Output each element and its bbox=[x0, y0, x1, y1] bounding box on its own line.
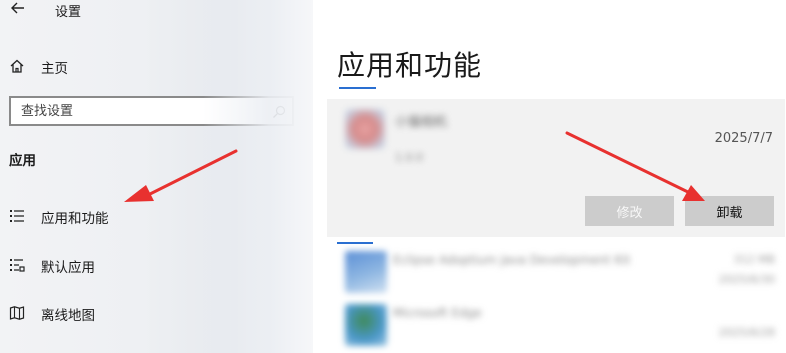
search-icon[interactable] bbox=[272, 104, 286, 118]
app-size: 312 MB bbox=[733, 253, 775, 266]
sidebar: 设置 主页 应用 bbox=[0, 0, 313, 353]
offline-maps-icon bbox=[9, 305, 25, 321]
sidebar-item-label: 主页 bbox=[41, 61, 68, 77]
section-heading-apps: 应用 bbox=[9, 153, 36, 169]
apps-features-icon bbox=[9, 208, 25, 224]
title-accent-line bbox=[339, 87, 376, 89]
selected-app-card[interactable]: 小猫相机 1.0.0 2025/7/7 修改 卸载 bbox=[327, 99, 785, 237]
sidebar-item-label: 离线地图 bbox=[41, 308, 95, 324]
sidebar-item-label: 默认应用 bbox=[41, 260, 95, 276]
row-accent-line bbox=[337, 242, 373, 244]
sidebar-item-apps-features[interactable]: 应用和功能 bbox=[0, 201, 300, 231]
back-arrow-icon[interactable] bbox=[10, 0, 26, 18]
app-list-item[interactable]: Microsoft Edge 2025/6/28 bbox=[327, 298, 785, 350]
window-title: 设置 bbox=[55, 5, 82, 20]
app-icon bbox=[345, 251, 387, 293]
settings-window: 设置 主页 应用 bbox=[0, 0, 786, 353]
app-install-date: 2025/7/7 bbox=[714, 131, 773, 146]
app-version: 1.0.0 bbox=[395, 151, 423, 164]
modify-button[interactable]: 修改 bbox=[585, 196, 674, 226]
home-icon bbox=[9, 58, 25, 74]
sidebar-item-home[interactable]: 主页 bbox=[0, 52, 300, 80]
app-name: Eclipse Adoptium Java Development Kit bbox=[393, 253, 631, 267]
default-apps-icon bbox=[9, 257, 25, 273]
app-icon bbox=[345, 109, 385, 149]
app-icon bbox=[345, 304, 387, 346]
sidebar-item-offline-maps[interactable]: 离线地图 bbox=[0, 298, 300, 328]
main-panel: 应用和功能 小猫相机 1.0.0 2025/7/7 修改 卸载 Eclipse … bbox=[313, 0, 786, 353]
sidebar-item-label: 应用和功能 bbox=[41, 211, 109, 227]
app-date: 2025/6/28 bbox=[718, 326, 775, 339]
search-input[interactable] bbox=[11, 98, 271, 124]
app-date: 2025/6/30 bbox=[718, 273, 775, 286]
search-box[interactable] bbox=[9, 96, 294, 126]
app-list-item[interactable]: Eclipse Adoptium Java Development Kit 31… bbox=[327, 242, 785, 297]
sidebar-item-default-apps[interactable]: 默认应用 bbox=[0, 250, 300, 280]
app-name: 小猫相机 bbox=[395, 115, 448, 130]
uninstall-button[interactable]: 卸载 bbox=[685, 196, 774, 226]
page-title: 应用和功能 bbox=[337, 49, 483, 82]
app-name: Microsoft Edge bbox=[393, 306, 482, 320]
title-bar: 设置 bbox=[0, 0, 313, 20]
